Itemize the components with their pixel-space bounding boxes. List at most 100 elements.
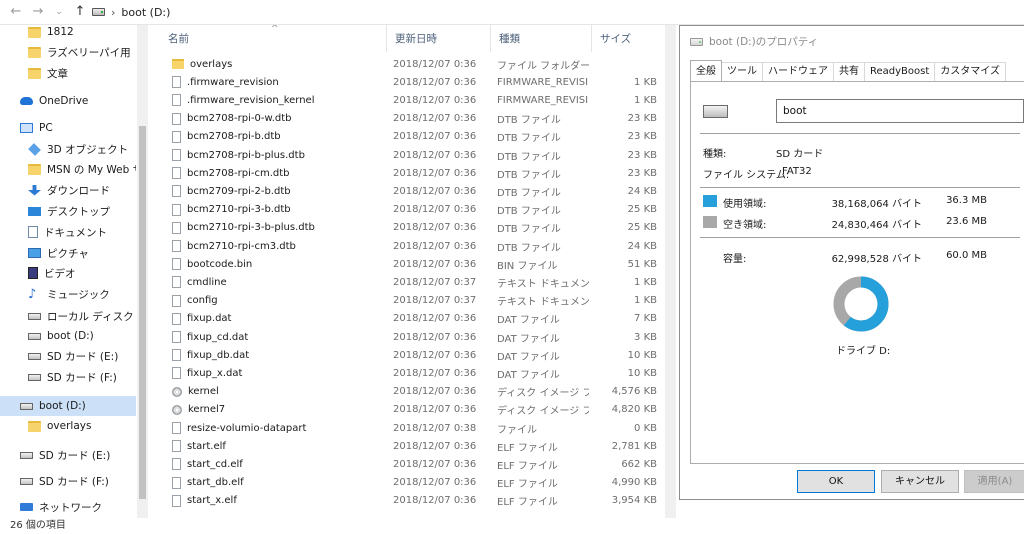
sidebar-item[interactable]: ドキュメント [0, 222, 136, 242]
sidebar-item[interactable]: ビデオ [0, 263, 136, 283]
column-date-label: 更新日時 [395, 33, 437, 45]
file-row[interactable]: bcm2708-rpi-cm.dtb 2018/12/07 0:36 DTB ファイ… [160, 164, 665, 182]
sidebar-item[interactable]: ピクチャ [0, 243, 136, 263]
sidebar-item[interactable]: SD カード (F:) [0, 471, 136, 491]
file-name-cell[interactable]: config [172, 294, 218, 307]
breadcrumb-item[interactable]: boot (D:) [121, 6, 170, 19]
file-name-cell[interactable]: kernel7 [172, 404, 225, 415]
file-row[interactable]: .firmware_revision 2018/12/07 0:36 FIRMWAR… [160, 73, 665, 91]
dialog-tab[interactable]: 全般 [690, 60, 722, 81]
cancel-button[interactable]: キャンセル [881, 470, 959, 493]
back-arrow-icon[interactable]: ← [8, 4, 24, 20]
file-row[interactable]: bcm2708-rpi-b.dtb 2018/12/07 0:36 DTB ファイル… [160, 128, 665, 146]
sidebar-item[interactable]: boot (D:) [0, 326, 136, 346]
file-name-cell[interactable]: bcm2708-rpi-b-plus.dtb [172, 149, 305, 162]
column-header-name[interactable]: 名前 ^ [160, 25, 387, 52]
file-name-cell[interactable]: fixup_x.dat [172, 367, 242, 380]
file-row[interactable]: fixup_cd.dat 2018/12/07 0:36 DAT ファイル 3 KB [160, 328, 665, 346]
file-name-cell[interactable]: .firmware_revision [172, 76, 279, 89]
dialog-tab[interactable]: カスタマイズ [934, 62, 1006, 81]
sidebar-item[interactable]: 文章 [0, 63, 136, 83]
file-name-cell[interactable]: bcm2708-rpi-0-w.dtb [172, 112, 292, 125]
sidebar-item[interactable]: MSN の My Web サイ [0, 159, 136, 179]
ok-button[interactable]: OK [797, 470, 875, 493]
file-row[interactable]: start.elf 2018/12/07 0:36 ELF ファイル 2,781 KB [160, 437, 665, 455]
sidebar-item[interactable]: SD カード (E:) [0, 346, 136, 366]
file-row[interactable]: fixup.dat 2018/12/07 0:36 DAT ファイル 7 KB [160, 310, 665, 328]
file-name-cell[interactable]: bcm2709-rpi-2-b.dtb [172, 185, 291, 198]
file-row[interactable]: fixup_x.dat 2018/12/07 0:36 DAT ファイル 10 KB [160, 364, 665, 382]
file-row[interactable]: start_x.elf 2018/12/07 0:36 ELF ファイル 3,954 … [160, 492, 665, 510]
file-name-cell[interactable]: cmdline [172, 276, 227, 289]
sidebar-item[interactable]: 3D オブジェクト [0, 139, 136, 159]
recent-locations-chevron-icon[interactable]: ⌄ [51, 4, 67, 20]
sidebar-item[interactable]: boot (D:) [0, 396, 136, 416]
sidebar-item-label: ミュージック [47, 288, 110, 301]
dialog-tab[interactable]: 共有 [833, 62, 865, 81]
sidebar-item[interactable]: SD カード (E:) [0, 445, 136, 465]
file-row[interactable]: start_db.elf 2018/12/07 0:36 ELF ファイル 4,990… [160, 474, 665, 492]
file-name-cell[interactable]: start_x.elf [172, 494, 237, 507]
file-name-cell[interactable]: fixup_db.dat [172, 349, 249, 362]
file-name-cell[interactable]: start_cd.elf [172, 458, 243, 471]
drive-icon [92, 8, 105, 16]
file-row[interactable]: start_cd.elf 2018/12/07 0:36 ELF ファイル 662 K… [160, 455, 665, 473]
sidebar-item[interactable]: ♪ ミュージック [0, 284, 136, 304]
sidebar-item[interactable]: OneDrive [0, 91, 136, 111]
sidebar-item[interactable]: SD カード (F:) [0, 367, 136, 387]
file-name-cell[interactable]: bcm2708-rpi-cm.dtb [172, 167, 290, 180]
file-name-cell[interactable]: fixup.dat [172, 312, 231, 325]
breadcrumb[interactable]: › boot (D:) [92, 4, 170, 20]
column-header-date[interactable]: 更新日時 [387, 25, 491, 52]
navigation-pane-scrollbar[interactable] [137, 25, 148, 518]
file-row[interactable]: config 2018/12/07 0:37 テキスト ドキュメント 1 KB [160, 292, 665, 310]
sidebar-item[interactable]: ラズベリーパイ用 [0, 42, 136, 62]
file-name-cell[interactable]: start.elf [172, 440, 226, 453]
file-row[interactable]: bcm2710-rpi-3-b.dtb 2018/12/07 0:36 DTB ファ… [160, 201, 665, 219]
file-name-cell[interactable]: bootcode.bin [172, 258, 252, 271]
file-row[interactable]: fixup_db.dat 2018/12/07 0:36 DAT ファイル 10 KB [160, 346, 665, 364]
file-row[interactable]: bcm2708-rpi-0-w.dtb 2018/12/07 0:36 DTB ファ… [160, 110, 665, 128]
column-header-size[interactable]: サイズ [592, 25, 665, 52]
file-name-cell[interactable]: start_db.elf [172, 476, 244, 489]
sidebar-item[interactable]: overlays [0, 416, 136, 436]
file-row[interactable]: resize-volumio-datapart 2018/12/07 0:38 ファ… [160, 419, 665, 437]
file-name-cell[interactable]: resize-volumio-datapart [172, 422, 306, 435]
file-row[interactable]: bcm2710-rpi-3-b-plus.dtb 2018/12/07 0:36 D… [160, 219, 665, 237]
file-name-cell[interactable]: kernel [172, 386, 219, 397]
sidebar-item[interactable]: 1812 [0, 25, 136, 42]
sidebar-item[interactable]: デスクトップ [0, 201, 136, 221]
file-row[interactable]: kernel7 2018/12/07 0:36 ディスク イメージ ファ... 4,8… [160, 401, 665, 419]
file-row[interactable]: bcm2708-rpi-b-plus.dtb 2018/12/07 0:36 DTB… [160, 146, 665, 164]
apply-button[interactable]: 適用(A) [964, 470, 1024, 493]
file-name-cell[interactable]: fixup_cd.dat [172, 331, 248, 344]
file-name-cell[interactable]: bcm2710-rpi-3-b-plus.dtb [172, 221, 315, 234]
sidebar-item[interactable]: ローカル ディスク (C:) [0, 306, 136, 326]
file-name-cell[interactable]: overlays [172, 59, 232, 70]
sidebar-item[interactable]: ダウンロード [0, 180, 136, 200]
file-row[interactable]: overlays 2018/12/07 0:36 ファイル フォルダー [160, 55, 665, 73]
file-row[interactable]: bcm2709-rpi-2-b.dtb 2018/12/07 0:36 DTB ファ… [160, 182, 665, 200]
file-row[interactable]: bootcode.bin 2018/12/07 0:36 BIN ファイル 51 KB [160, 255, 665, 273]
file-name-cell[interactable]: bcm2710-rpi-3-b.dtb [172, 203, 291, 216]
column-header-type[interactable]: 種類 [491, 25, 592, 52]
navigation-pane-scroll-thumb[interactable] [139, 126, 146, 499]
breadcrumb-separator-icon[interactable]: › [111, 6, 115, 19]
file-name-cell[interactable]: bcm2710-rpi-cm3.dtb [172, 240, 296, 253]
forward-arrow-icon[interactable]: → [30, 4, 46, 20]
volume-name-input[interactable] [776, 99, 1024, 123]
dialog-tab[interactable]: ハードウェア [762, 62, 834, 81]
dialog-tab[interactable]: ReadyBoost [864, 62, 936, 81]
file-list-scrollbar[interactable] [665, 25, 676, 518]
file-row[interactable]: bcm2710-rpi-cm3.dtb 2018/12/07 0:36 DTB ファ… [160, 237, 665, 255]
file-name-cell[interactable]: bcm2708-rpi-b.dtb [172, 130, 281, 143]
dialog-tab[interactable]: ツール [721, 62, 763, 81]
sidebar-item[interactable]: PC [0, 118, 136, 138]
file-row[interactable]: cmdline 2018/12/07 0:37 テキスト ドキュメント 1 KB [160, 273, 665, 291]
file-row[interactable]: kernel 2018/12/07 0:36 ディスク イメージ ファ... 4,57… [160, 383, 665, 401]
file-row[interactable]: .firmware_revision_kernel 2018/12/07 0:36… [160, 91, 665, 109]
dialog-title-bar[interactable]: boot (D:)のプロパティ [690, 34, 818, 49]
sidebar-item[interactable]: ネットワーク [0, 497, 136, 517]
file-name-cell[interactable]: .firmware_revision_kernel [172, 94, 314, 107]
up-arrow-icon[interactable]: ↑ [72, 4, 88, 20]
